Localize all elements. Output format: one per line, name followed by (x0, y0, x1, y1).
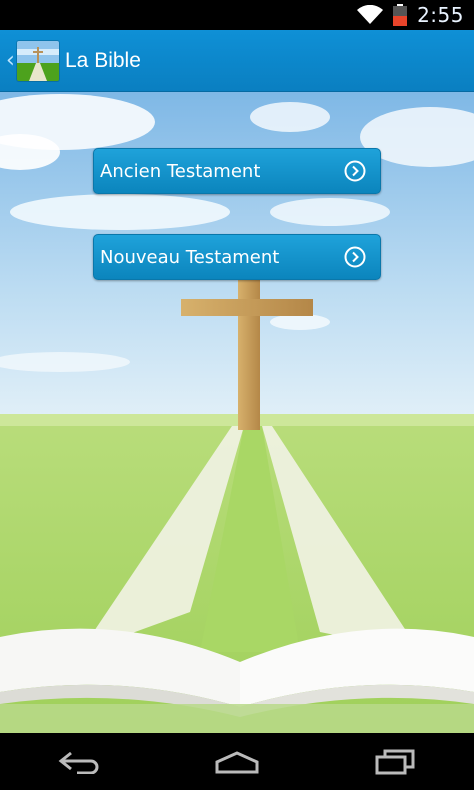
status-icons (357, 4, 408, 26)
old-testament-button[interactable]: Ancien Testament (93, 148, 381, 194)
action-bar: ‹ La Bible (0, 30, 474, 92)
wifi-icon (357, 5, 384, 24)
clock: 2:55 (417, 3, 464, 27)
system-navigation-bar (0, 733, 474, 790)
back-icon (58, 751, 99, 774)
app-icon[interactable] (17, 40, 59, 81)
chevron-right-circle-icon (344, 246, 366, 268)
back-button[interactable] (39, 742, 119, 782)
battery-icon (393, 4, 408, 26)
recent-apps-button[interactable] (355, 742, 435, 782)
main-content: Ancien Testament Nouveau Testament (0, 92, 474, 733)
home-icon (215, 750, 259, 773)
recent-apps-icon (375, 749, 415, 774)
new-testament-button[interactable]: Nouveau Testament (93, 234, 381, 280)
up-navigation-icon[interactable]: ‹ (6, 48, 16, 73)
chevron-right-circle-icon (344, 160, 366, 182)
app-title: La Bible (65, 48, 141, 72)
status-bar: 2:55 (0, 0, 474, 30)
old-testament-label: Ancien Testament (100, 160, 261, 182)
home-button[interactable] (197, 742, 277, 782)
new-testament-label: Nouveau Testament (100, 246, 280, 268)
